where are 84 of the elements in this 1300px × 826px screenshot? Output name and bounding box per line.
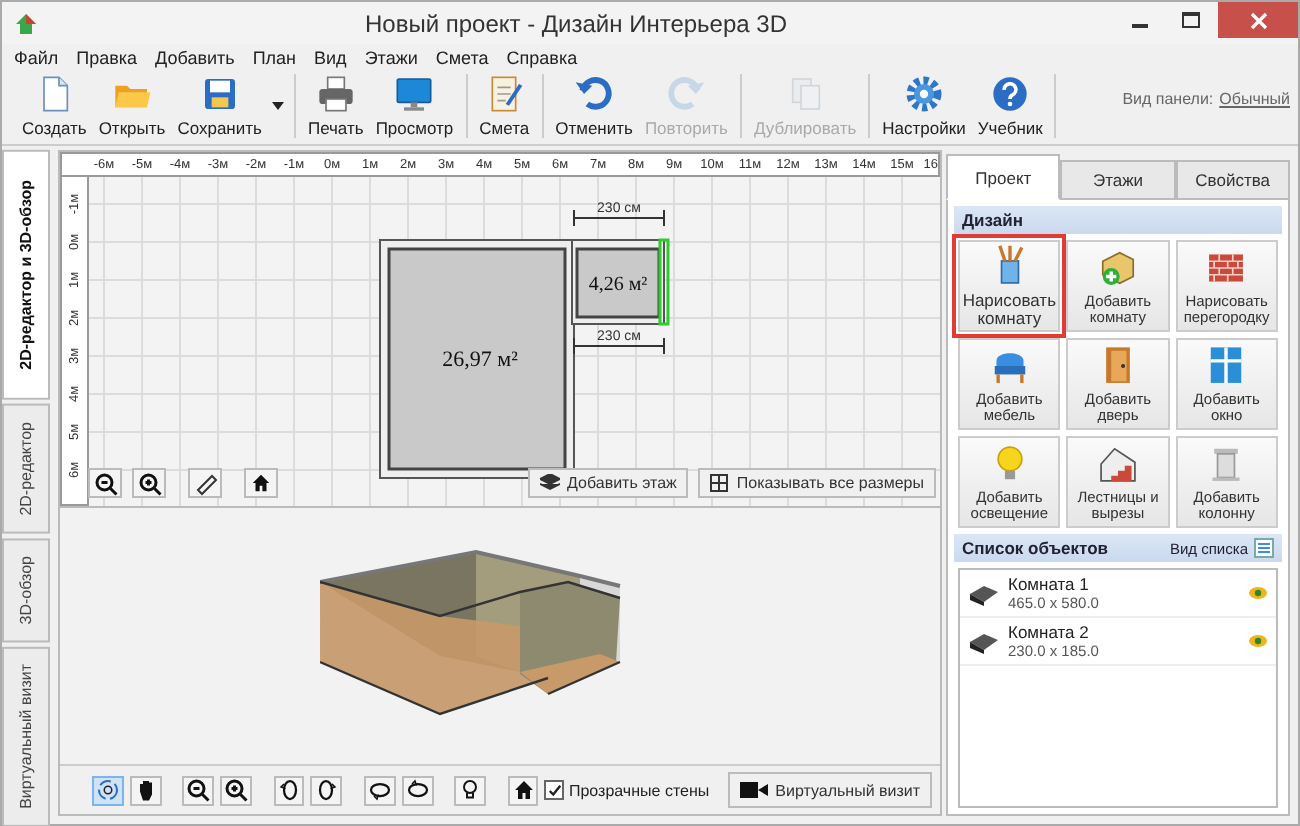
room-icon xyxy=(968,581,1000,605)
zoom-out-icon xyxy=(93,471,117,495)
tilt-up-icon xyxy=(405,778,430,802)
stairs-icon xyxy=(1095,442,1140,487)
section-title: Дизайн xyxy=(962,210,1023,230)
checkbox-label[interactable]: Прозрачные стены xyxy=(568,781,710,799)
view-tool-button[interactable] xyxy=(401,775,434,805)
view-tool-button[interactable] xyxy=(182,775,215,805)
grid-icon xyxy=(710,474,729,492)
toolbar-button[interactable]: Смета xyxy=(473,74,536,138)
video-camera-icon xyxy=(739,782,768,798)
menu-item[interactable]: Справка xyxy=(506,48,578,68)
toolbar-button[interactable]: Сохранить xyxy=(171,74,268,138)
view-tool-button[interactable] xyxy=(363,775,396,805)
toolbar-button[interactable]: Отменить xyxy=(549,74,639,138)
panel-tab[interactable]: Этажи xyxy=(1060,160,1176,200)
menu-item[interactable]: Правка xyxy=(76,48,138,68)
view-tool-button[interactable] xyxy=(273,775,305,805)
side-tab[interactable]: 2D-редактор xyxy=(2,403,50,534)
menu-item[interactable]: Файл xyxy=(14,48,59,68)
panel-view-link[interactable]: Обычный xyxy=(1219,90,1290,108)
panel-view-label: Вид панели: xyxy=(1122,90,1214,108)
panel-tab[interactable]: Проект xyxy=(946,154,1061,200)
transparent-walls-checkbox[interactable] xyxy=(544,780,565,800)
object-name: Комната 2 xyxy=(1008,622,1091,642)
dimension-line xyxy=(573,209,665,227)
caret-icon[interactable] xyxy=(267,102,288,110)
room-area: 4,26 м² xyxy=(588,274,648,296)
zoom-in-icon xyxy=(224,778,249,802)
zoom-out-icon xyxy=(186,778,211,802)
view-tool-button[interactable] xyxy=(129,775,162,805)
view-tool-button[interactable] xyxy=(310,775,343,805)
menu-item[interactable]: План xyxy=(252,48,297,68)
app-logo-icon xyxy=(14,11,38,35)
light-bulb-icon xyxy=(458,778,483,802)
toolbar-button[interactable]: Просмотр xyxy=(369,74,460,138)
dimension-line xyxy=(573,337,665,355)
toolbar-button[interactable]: Открыть xyxy=(92,74,172,138)
room-area: 26,97 м² xyxy=(442,348,518,372)
panel-tab[interactable]: Свойства xyxy=(1175,160,1290,200)
view-tool-button[interactable] xyxy=(454,775,487,805)
show-dimensions-button[interactable]: Показывать все размеры xyxy=(698,468,936,498)
home-icon xyxy=(511,778,536,802)
layers-icon xyxy=(539,474,560,492)
side-tab[interactable]: Виртуальный визит xyxy=(2,645,50,826)
zoom-in-button[interactable] xyxy=(132,468,166,498)
room-walls[interactable] xyxy=(379,239,575,479)
section-title: Список объектов xyxy=(962,538,1109,558)
home-icon xyxy=(250,472,272,494)
zoom-in-icon xyxy=(137,471,161,495)
home-button[interactable] xyxy=(244,468,278,498)
room-walls[interactable] xyxy=(571,238,670,326)
room-icon xyxy=(968,629,1000,653)
view-tool-button[interactable] xyxy=(507,775,539,805)
window-title: Новый проект - Дизайн Интерьера 3D xyxy=(362,9,790,37)
side-tab[interactable]: 2D-редактор и 3D-обзор xyxy=(2,150,50,400)
eye-icon[interactable] xyxy=(1248,634,1268,648)
eye-icon[interactable] xyxy=(1248,586,1268,600)
3d-viewport[interactable] xyxy=(60,508,940,764)
menu-item[interactable]: Добавить xyxy=(155,48,235,68)
list-view-icon[interactable] xyxy=(1254,538,1274,558)
design-tool-button[interactable]: Нарисовать комнату xyxy=(958,240,1061,332)
close-icon xyxy=(1249,11,1267,29)
toolbar-button[interactable]: Создать xyxy=(16,74,93,138)
close-button[interactable] xyxy=(1218,2,1298,38)
object-name: Комната 1 xyxy=(1008,574,1091,594)
menu-item[interactable]: Этажи xyxy=(364,48,418,68)
ruler-button[interactable] xyxy=(188,468,222,498)
menu-item[interactable]: Смета xyxy=(435,48,489,68)
zoom-out-button[interactable] xyxy=(88,468,122,498)
rotate-right-icon xyxy=(314,778,339,802)
view-tool-button[interactable] xyxy=(220,775,252,805)
toolbar-button[interactable]: Учебник xyxy=(971,74,1049,138)
rotate-360-icon xyxy=(95,778,120,802)
menu-item[interactable]: Вид xyxy=(314,48,347,68)
virtual-visit-button[interactable]: Виртуальный визит xyxy=(727,772,933,808)
rotate-left-icon xyxy=(277,778,302,802)
toolbar-button[interactable]: Настройки xyxy=(876,74,972,138)
tilt-down-icon xyxy=(367,778,392,802)
add-floor-button[interactable]: Добавить этаж xyxy=(527,468,689,498)
toolbar-button[interactable]: Печать xyxy=(301,74,370,138)
side-tab[interactable]: 3D-обзор xyxy=(2,537,50,642)
ruler-icon xyxy=(193,471,217,495)
view-tool-button[interactable] xyxy=(92,775,124,805)
